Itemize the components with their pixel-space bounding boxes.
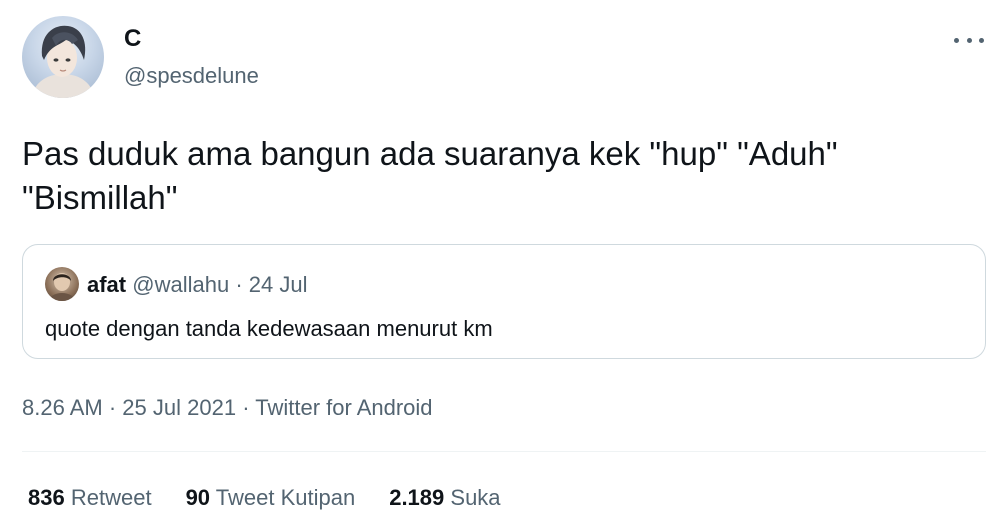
engagement-stats: 836 Retweet 90 Tweet Kutipan 2.189 Suka <box>28 484 535 512</box>
anime-avatar-icon <box>33 25 93 98</box>
likes-label: Suka <box>450 485 501 510</box>
likes-stat[interactable]: 2.189 Suka <box>389 484 500 512</box>
tweet-card: C @spesdelune Pas duduk ama bangun ada s… <box>0 0 1000 524</box>
tweet-date[interactable]: 25 Jul 2021 <box>122 395 236 420</box>
quoted-author-avatar[interactable] <box>45 267 79 301</box>
quote-tweets-label: Tweet Kutipan <box>215 485 356 510</box>
retweets-label: Retweet <box>70 485 152 510</box>
tweet-time[interactable]: 8.26 AM <box>22 395 103 420</box>
tweet-source-link[interactable]: Twitter for Android <box>255 395 432 420</box>
tweet-text: Pas duduk ama bangun ada suaranya kek "h… <box>22 135 838 216</box>
quote-tweets-stat[interactable]: 90 Tweet Kutipan <box>186 484 356 512</box>
more-dots-icon <box>979 37 984 43</box>
quoted-author-name[interactable]: afat <box>87 272 126 297</box>
separator-dot: · <box>108 395 117 420</box>
person-avatar-icon <box>49 273 75 301</box>
author-avatar[interactable] <box>22 16 104 98</box>
likes-count: 2.189 <box>389 485 445 510</box>
quoted-tweet-date[interactable]: 24 Jul <box>249 272 308 297</box>
tweet-timestamp: 8.26 AM · 25 Jul 2021 · Twitter for Andr… <box>22 394 433 422</box>
quoted-tweet-header: afat @wallahu · 24 Jul <box>87 271 307 299</box>
quote-tweets-count: 90 <box>185 485 211 510</box>
more-options-button[interactable] <box>954 28 984 52</box>
separator-dot: · <box>242 395 250 420</box>
quoted-author-handle[interactable]: @wallahu <box>132 272 229 297</box>
more-dots-icon <box>954 37 959 43</box>
more-dots-icon <box>966 37 972 43</box>
quoted-tweet[interactable]: afat @wallahu · 24 Jul quote dengan tand… <box>22 244 986 359</box>
quoted-tweet-text: quote dengan tanda kedewasaan menurut km <box>45 316 493 341</box>
retweets-stat[interactable]: 836 Retweet <box>28 484 152 512</box>
retweets-count: 836 <box>28 485 65 510</box>
author-display-name[interactable]: C <box>124 24 141 54</box>
divider <box>22 451 986 452</box>
author-handle[interactable]: @spesdelune <box>124 62 259 90</box>
separator-dot: · <box>235 272 243 297</box>
